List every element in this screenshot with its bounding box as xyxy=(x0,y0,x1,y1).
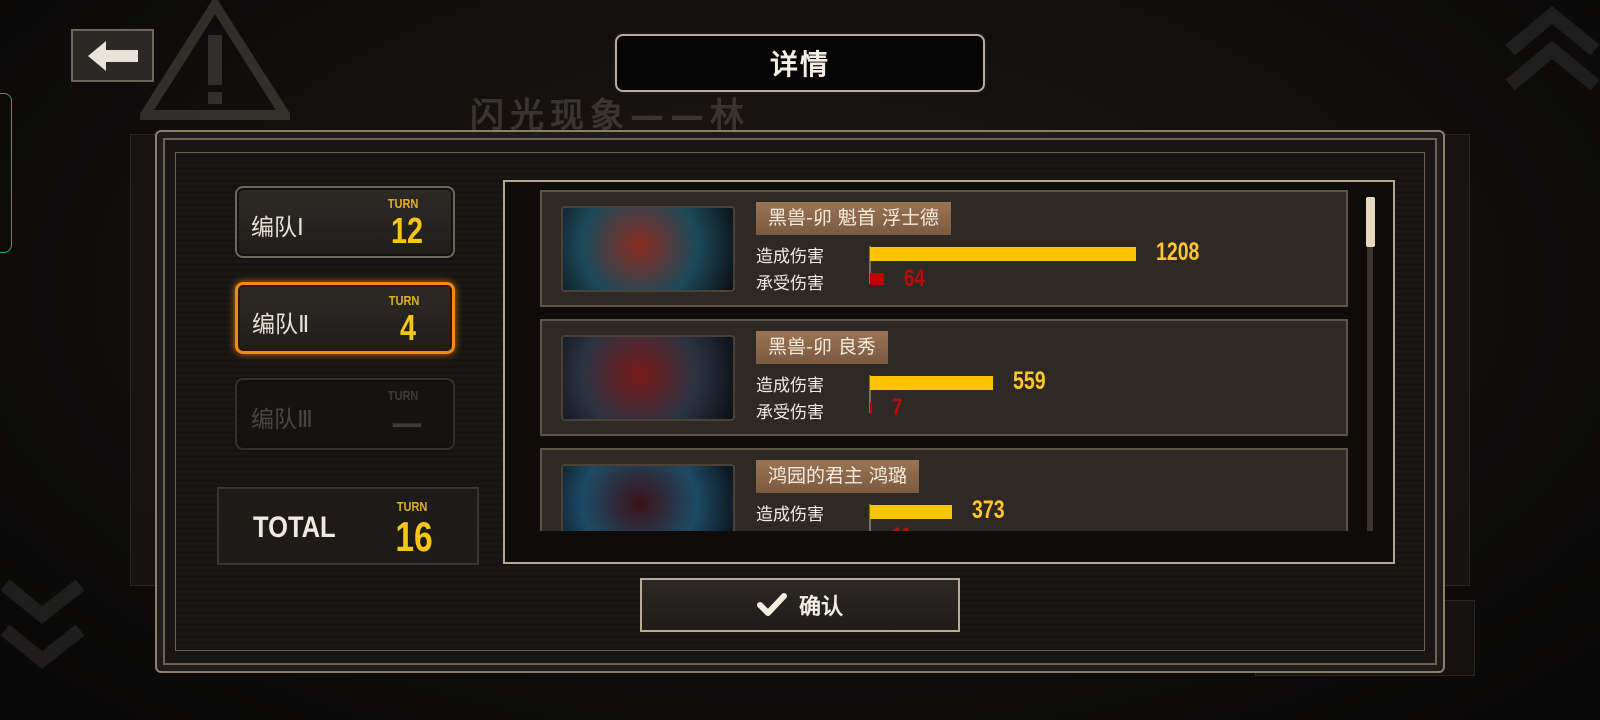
damage-taken-label: 承受伤害 xyxy=(756,527,824,531)
team-1-turn-count: 12 xyxy=(390,210,424,251)
total-turn-count: 16 xyxy=(395,513,433,560)
team-2-button[interactable]: 编队Ⅱ TURN 4 xyxy=(235,282,455,354)
team-1-button[interactable]: 编队Ⅰ TURN 12 xyxy=(235,186,455,258)
game-screen: 闪光现象——林 详情 编队Ⅰ TURN 12 编队Ⅱ TURN 4 编队Ⅲ TU… xyxy=(0,0,1600,720)
team-2-turn-count: 4 xyxy=(399,307,417,348)
team-3-label: 编队Ⅲ xyxy=(251,407,313,433)
damage-dealt-label: 造成伤害 xyxy=(756,505,824,525)
page-title: 详情 xyxy=(769,48,830,81)
damage-dealt-bar xyxy=(870,505,952,519)
unit-portrait xyxy=(561,335,735,421)
unit-card: 黑兽-卯 良秀造成伤害承受伤害 559 7 xyxy=(540,319,1348,436)
page-title-box: 详情 xyxy=(615,34,985,92)
back-button[interactable] xyxy=(71,29,154,82)
confirm-button[interactable]: 确认 xyxy=(640,578,960,632)
damage-dealt-value: 373 xyxy=(972,496,1005,524)
damage-taken-label: 承受伤害 xyxy=(756,274,824,294)
chevron-down-icon xyxy=(0,579,85,669)
total-turns-box: TOTAL TURN 16 xyxy=(217,487,479,565)
checkmark-icon xyxy=(756,593,787,616)
team-3-button: 编队Ⅲ TURN — xyxy=(235,378,455,450)
unit-name: 黑兽-卯 良秀 xyxy=(756,331,888,364)
team-1-turn-label: TURN xyxy=(387,196,419,211)
warning-triangle-icon xyxy=(140,0,290,120)
unit-card: 鸿园的君主 鸿璐造成伤害承受伤害 373 11 xyxy=(540,448,1348,531)
unit-name: 鸿园的君主 鸿璐 xyxy=(756,460,920,493)
team-2-turn-label: TURN xyxy=(388,293,420,308)
unit-damage-list[interactable]: 黑兽-卯 魁首 浮士德 造成伤害 承受伤害 1208 64 黑兽-卯 良秀 造成伤害 承受伤害… xyxy=(503,180,1395,564)
side-tab[interactable] xyxy=(0,93,12,253)
team-3-turn-count: — xyxy=(392,402,422,443)
team-1-label: 编队Ⅰ xyxy=(251,215,304,241)
total-turn-label: TURN xyxy=(396,499,428,514)
confirm-label: 确认 xyxy=(798,595,843,620)
team-2-label: 编队Ⅱ xyxy=(252,312,310,338)
damage-dealt-bar xyxy=(870,376,993,390)
chevron-up-icon xyxy=(1505,5,1600,90)
damage-dealt-value: 559 xyxy=(1013,367,1046,395)
total-label: TOTAL xyxy=(253,511,336,544)
damage-taken-label: 承受伤害 xyxy=(756,403,824,423)
scrollbar-track[interactable] xyxy=(1367,197,1373,531)
damage-taken-value: 64 xyxy=(904,265,925,292)
team-3-turn-label: TURN xyxy=(387,388,419,403)
damage-taken-bar xyxy=(870,402,872,414)
scrollbar-thumb[interactable] xyxy=(1366,197,1375,247)
arrow-left-icon xyxy=(87,40,138,71)
damage-taken-value: 7 xyxy=(892,394,903,421)
damage-dealt-bar xyxy=(870,247,1136,261)
unit-name: 黑兽-卯 魁首 浮士德 xyxy=(756,202,951,235)
unit-list-viewport[interactable]: 黑兽-卯 魁首 浮士德 造成伤害 承受伤害 1208 64 黑兽-卯 良秀 造成伤害 承受伤害… xyxy=(540,190,1348,531)
damage-dealt-label: 造成伤害 xyxy=(756,247,824,267)
damage-taken-value: 11 xyxy=(892,523,912,531)
unit-portrait xyxy=(561,206,735,292)
damage-dealt-label: 造成伤害 xyxy=(756,376,824,396)
unit-portrait xyxy=(561,464,735,531)
unit-card: 黑兽-卯 魁首 浮士德造成伤害承受伤害 1208 64 xyxy=(540,190,1348,307)
damage-dealt-value: 1208 xyxy=(1156,238,1200,266)
damage-taken-bar xyxy=(870,273,884,285)
